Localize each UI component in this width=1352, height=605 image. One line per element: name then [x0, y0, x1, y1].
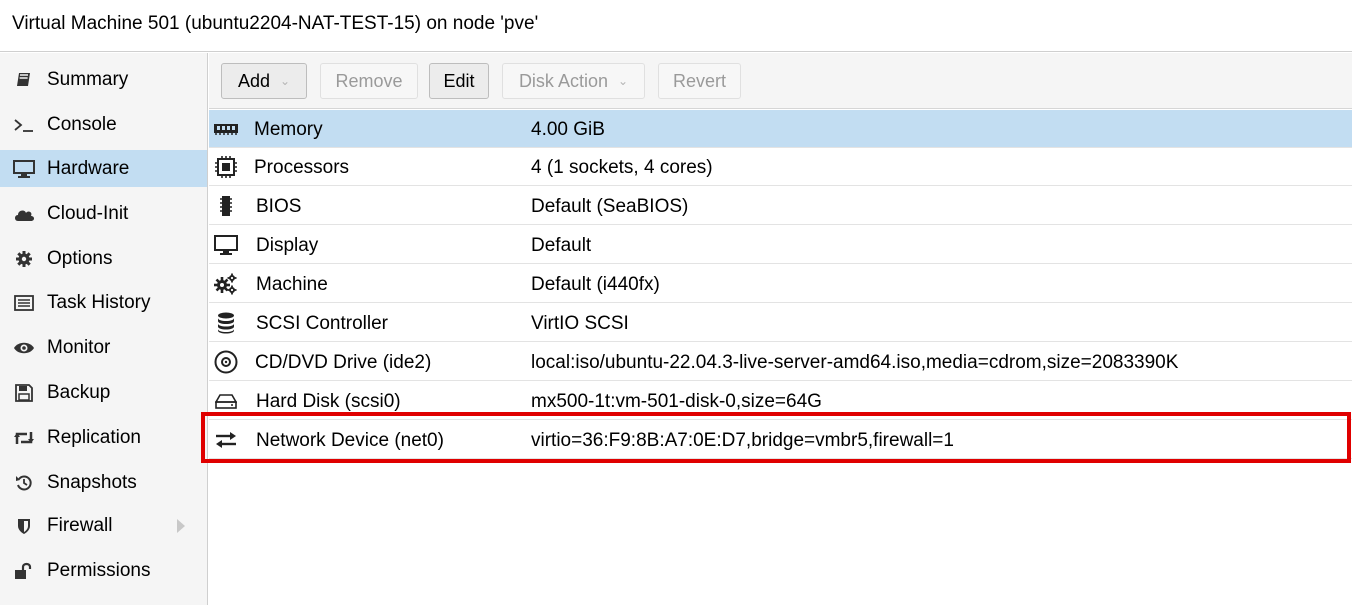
eye-icon: [12, 338, 36, 358]
sidebar-item-options[interactable]: Options: [0, 240, 207, 277]
unlock-icon: [12, 561, 36, 581]
list-icon: [12, 293, 36, 313]
hardware-row-value: Default (SeaBIOS): [531, 196, 689, 217]
disk-action-label: Disk Action: [518, 70, 608, 91]
hardware-row-name: Hard Disk (scsi0): [256, 391, 401, 412]
window-titlebar: Virtual Machine 501 (ubuntu2204-NAT-TEST…: [0, 0, 1352, 52]
hardware-row-memory[interactable]: Memory 4.00 GiB: [209, 110, 1352, 148]
sidebar-item-label: Snapshots: [47, 471, 137, 493]
edit-button[interactable]: Edit: [429, 63, 489, 99]
hardware-row-machine[interactable]: Machine Default (i440fx): [209, 265, 1352, 303]
sidebar-item-label: Console: [47, 113, 117, 135]
hardware-row-value: Default (i440fx): [531, 274, 660, 295]
cloud-icon: [12, 204, 36, 224]
monitor-icon: [12, 159, 36, 179]
hardware-row-display[interactable]: Display Default: [209, 226, 1352, 264]
hardware-row-processors[interactable]: Processors 4 (1 sockets, 4 cores): [209, 148, 1352, 186]
hardware-row-name: SCSI Controller: [256, 313, 388, 334]
add-button[interactable]: Add ⌄: [221, 63, 307, 99]
chip-icon: [213, 195, 239, 217]
hardware-row-value: 4 (1 sockets, 4 cores): [531, 157, 713, 178]
remove-button[interactable]: Remove: [320, 63, 418, 99]
database-icon: [213, 312, 239, 334]
history-icon: [12, 473, 36, 493]
window-title: Virtual Machine 501 (ubuntu2204-NAT-TEST…: [12, 13, 539, 34]
hardware-row-hard-disk[interactable]: Hard Disk (scsi0) mx500-1t:vm-501-disk-0…: [209, 382, 1352, 420]
hardware-row-value: mx500-1t:vm-501-disk-0,size=64G: [531, 391, 822, 412]
hardware-row-name: Memory: [254, 119, 323, 140]
shield-icon: [12, 516, 36, 536]
hardware-row-value: Default: [531, 235, 592, 256]
book-icon: [12, 70, 36, 90]
hardware-row-name: Processors: [254, 157, 350, 178]
exchange-icon: [213, 429, 239, 451]
sidebar-item-snapshots[interactable]: Snapshots: [0, 464, 207, 501]
hdd-icon: [213, 390, 239, 412]
hardware-row-name: BIOS: [256, 196, 302, 217]
terminal-icon: [12, 115, 36, 135]
sidebar-item-label: Backup: [47, 381, 111, 403]
sidebar-item-label: Task History: [47, 291, 151, 313]
toolbar: Add ⌄ Remove Edit Disk Action ⌄ Revert: [209, 53, 1352, 109]
hardware-row-value: virtio=36:F9:8B:A7:0E:D7,bridge=vmbr5,fi…: [531, 430, 954, 451]
hardware-row-value: 4.00 GiB: [531, 119, 605, 140]
sidebar-item-permissions[interactable]: Permissions: [0, 552, 207, 589]
add-button-label: Add: [237, 70, 270, 91]
sidebar-item-cloud-init[interactable]: Cloud-Init: [0, 195, 207, 232]
hardware-row-name: Machine: [256, 274, 328, 295]
chevron-right-icon[interactable]: [177, 519, 185, 533]
cogs-icon: [213, 273, 239, 295]
disk-action-button[interactable]: Disk Action ⌄: [502, 63, 645, 99]
sidebar-item-label: Replication: [47, 426, 141, 448]
memory-icon: [213, 118, 239, 140]
sidebar-item-firewall[interactable]: Firewall: [0, 507, 207, 544]
hardware-row-name: Display: [256, 235, 319, 256]
hardware-row-scsi-controller[interactable]: SCSI Controller VirtIO SCSI: [209, 304, 1352, 342]
hardware-row-bios[interactable]: BIOS Default (SeaBIOS): [209, 187, 1352, 225]
cpu-icon: [213, 156, 239, 178]
revert-button[interactable]: Revert: [658, 63, 741, 99]
sidebar-item-hardware[interactable]: Hardware: [0, 150, 207, 187]
hardware-row-name: CD/DVD Drive (ide2): [255, 352, 432, 373]
sidebar-item-summary[interactable]: Summary: [0, 61, 207, 98]
hardware-row-value: local:iso/ubuntu-22.04.3-live-server-amd…: [531, 352, 1179, 373]
hardware-row-cdrom[interactable]: CD/DVD Drive (ide2) local:iso/ubuntu-22.…: [209, 343, 1352, 381]
sidebar-item-label: Options: [47, 247, 113, 269]
sidebar-item-label: Hardware: [47, 157, 130, 179]
hardware-row-value: VirtIO SCSI: [531, 313, 629, 334]
sidebar-item-label: Monitor: [47, 336, 111, 358]
chevron-down-icon: ⌄: [617, 74, 629, 88]
sidebar-item-console[interactable]: Console: [0, 106, 207, 143]
floppy-icon: [12, 383, 36, 403]
sidebar-item-label: Permissions: [47, 559, 151, 581]
cdrom-icon: [213, 350, 239, 374]
hardware-row-name: Network Device (net0): [256, 430, 444, 451]
sidebar-item-backup[interactable]: Backup: [0, 374, 207, 411]
hardware-row-network-device[interactable]: Network Device (net0) virtio=36:F9:8B:A7…: [209, 421, 1352, 459]
sidebar: Summary Console Hardware Cloud-Init Opti…: [0, 53, 208, 605]
hardware-panel: Add ⌄ Remove Edit Disk Action ⌄ Revert M…: [209, 53, 1352, 605]
sidebar-item-task-history[interactable]: Task History: [0, 284, 207, 321]
sidebar-item-monitor[interactable]: Monitor: [0, 329, 207, 366]
gear-icon: [12, 249, 36, 269]
sidebar-item-replication[interactable]: Replication: [0, 419, 207, 456]
retweet-icon: [12, 428, 36, 448]
sidebar-item-label: Firewall: [47, 514, 113, 536]
sidebar-item-label: Cloud-Init: [47, 202, 129, 224]
display-icon: [213, 234, 239, 256]
sidebar-item-label: Summary: [47, 68, 129, 90]
chevron-down-icon: ⌄: [279, 74, 291, 88]
